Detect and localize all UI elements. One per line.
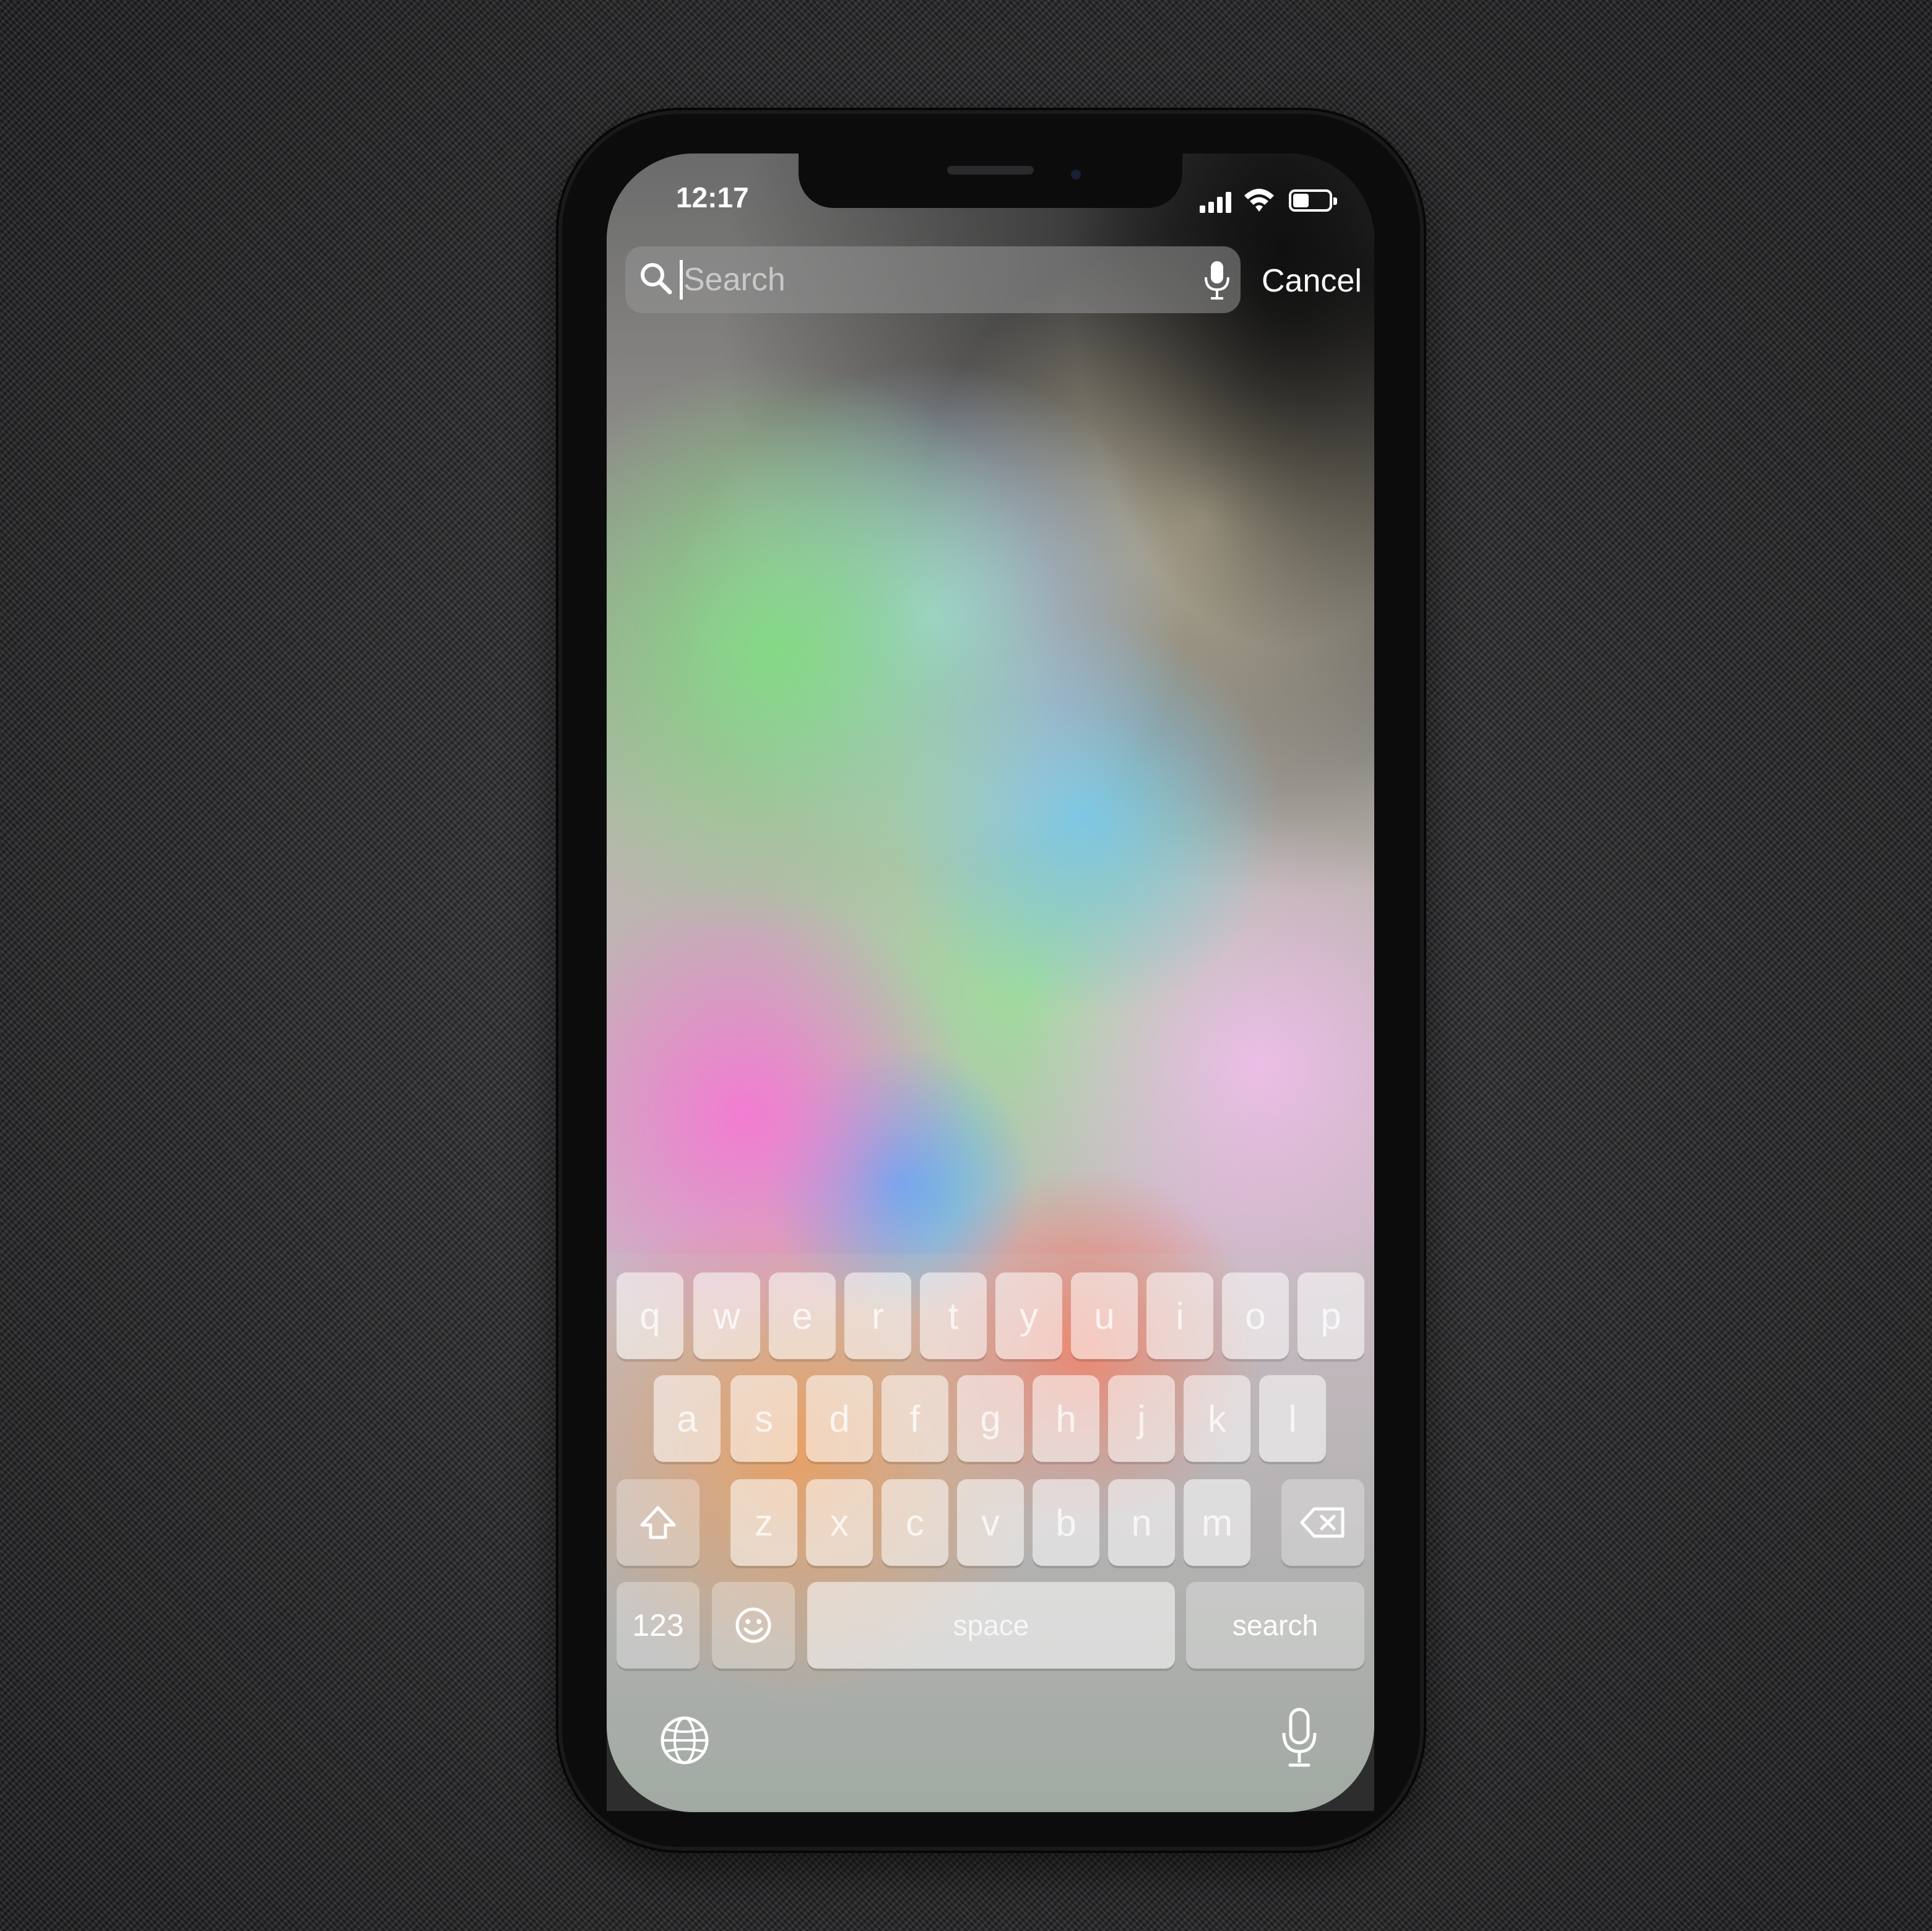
key-j[interactable]: j bbox=[1108, 1375, 1175, 1462]
text-caret bbox=[680, 260, 683, 300]
key-label: y bbox=[1020, 1295, 1038, 1337]
cellular-signal-icon bbox=[1200, 191, 1234, 213]
search-icon bbox=[641, 263, 672, 295]
key-y[interactable]: y bbox=[995, 1272, 1062, 1359]
key-label: x bbox=[830, 1501, 849, 1544]
earpiece-speaker bbox=[947, 166, 1034, 175]
key-v[interactable]: v bbox=[957, 1479, 1024, 1566]
key-label: f bbox=[909, 1397, 921, 1440]
key-label: k bbox=[1208, 1397, 1226, 1440]
key-label: o bbox=[1245, 1295, 1266, 1337]
key-e[interactable]: e bbox=[769, 1272, 836, 1359]
key-s[interactable]: s bbox=[730, 1375, 797, 1462]
key-label: c bbox=[906, 1501, 924, 1544]
key-w[interactable]: w bbox=[693, 1272, 760, 1359]
key-label: 123 bbox=[632, 1608, 684, 1643]
key-label: z bbox=[755, 1501, 773, 1544]
key-label: t bbox=[948, 1295, 959, 1337]
key-label: search bbox=[1232, 1609, 1319, 1641]
key-label: v bbox=[981, 1501, 1000, 1544]
key-x[interactable]: x bbox=[806, 1479, 873, 1566]
key-label: j bbox=[1137, 1397, 1146, 1440]
wallpaper-shade bbox=[1067, 153, 1374, 651]
key-m[interactable]: m bbox=[1184, 1479, 1250, 1566]
battery-icon bbox=[1289, 189, 1337, 212]
key-t[interactable]: t bbox=[920, 1272, 987, 1359]
emoji-key[interactable] bbox=[712, 1582, 795, 1669]
key-label: r bbox=[872, 1295, 884, 1337]
key-c[interactable]: c bbox=[882, 1479, 948, 1566]
globe-icon[interactable] bbox=[659, 1714, 711, 1766]
key-label: w bbox=[713, 1295, 740, 1337]
key-q[interactable]: q bbox=[617, 1272, 683, 1359]
dictation-microphone-icon[interactable] bbox=[1280, 1707, 1319, 1769]
key-label: e bbox=[792, 1295, 813, 1337]
key-b[interactable]: b bbox=[1033, 1479, 1099, 1566]
cancel-button[interactable]: Cancel bbox=[1262, 262, 1362, 300]
key-l[interactable]: l bbox=[1259, 1375, 1326, 1462]
notch bbox=[799, 153, 1182, 208]
key-z[interactable]: z bbox=[730, 1479, 797, 1566]
key-i[interactable]: i bbox=[1146, 1272, 1213, 1359]
key-label: m bbox=[1202, 1501, 1232, 1544]
key-o[interactable]: o bbox=[1222, 1272, 1289, 1359]
shift-key[interactable] bbox=[617, 1479, 700, 1566]
key-k[interactable]: k bbox=[1184, 1375, 1250, 1462]
battery-level bbox=[1293, 194, 1309, 207]
key-label: l bbox=[1288, 1397, 1297, 1440]
key-label: i bbox=[1176, 1295, 1184, 1337]
key-u[interactable]: u bbox=[1071, 1272, 1138, 1359]
front-camera bbox=[1071, 170, 1081, 179]
key-r[interactable]: r bbox=[844, 1272, 911, 1359]
key-f[interactable]: f bbox=[882, 1375, 948, 1462]
emoji-icon bbox=[735, 1607, 771, 1643]
key-g[interactable]: g bbox=[957, 1375, 1024, 1462]
key-label: p bbox=[1320, 1295, 1341, 1337]
key-n[interactable]: n bbox=[1108, 1479, 1175, 1566]
space-key[interactable]: space bbox=[807, 1582, 1175, 1669]
key-d[interactable]: d bbox=[806, 1375, 873, 1462]
key-label: a bbox=[677, 1397, 698, 1440]
shift-icon bbox=[640, 1506, 676, 1539]
key-label: s bbox=[755, 1397, 773, 1440]
search-key[interactable]: search bbox=[1186, 1582, 1364, 1669]
key-label: n bbox=[1131, 1501, 1152, 1544]
key-label: g bbox=[980, 1397, 1001, 1440]
key-label: space bbox=[953, 1609, 1029, 1641]
status-time: 12:17 bbox=[676, 181, 749, 214]
key-a[interactable]: a bbox=[654, 1375, 721, 1462]
numbers-key[interactable]: 123 bbox=[617, 1582, 700, 1669]
key-label: q bbox=[639, 1295, 661, 1337]
key-p[interactable]: p bbox=[1297, 1272, 1364, 1359]
wifi-icon bbox=[1244, 189, 1274, 212]
delete-key[interactable] bbox=[1281, 1479, 1364, 1566]
search-input[interactable] bbox=[683, 256, 1191, 303]
key-label: h bbox=[1055, 1397, 1076, 1440]
key-label: b bbox=[1055, 1501, 1076, 1544]
key-h[interactable]: h bbox=[1033, 1375, 1099, 1462]
microphone-icon[interactable] bbox=[1203, 260, 1231, 301]
delete-icon bbox=[1300, 1507, 1345, 1538]
key-label: u bbox=[1094, 1295, 1115, 1337]
key-label: d bbox=[829, 1397, 850, 1440]
